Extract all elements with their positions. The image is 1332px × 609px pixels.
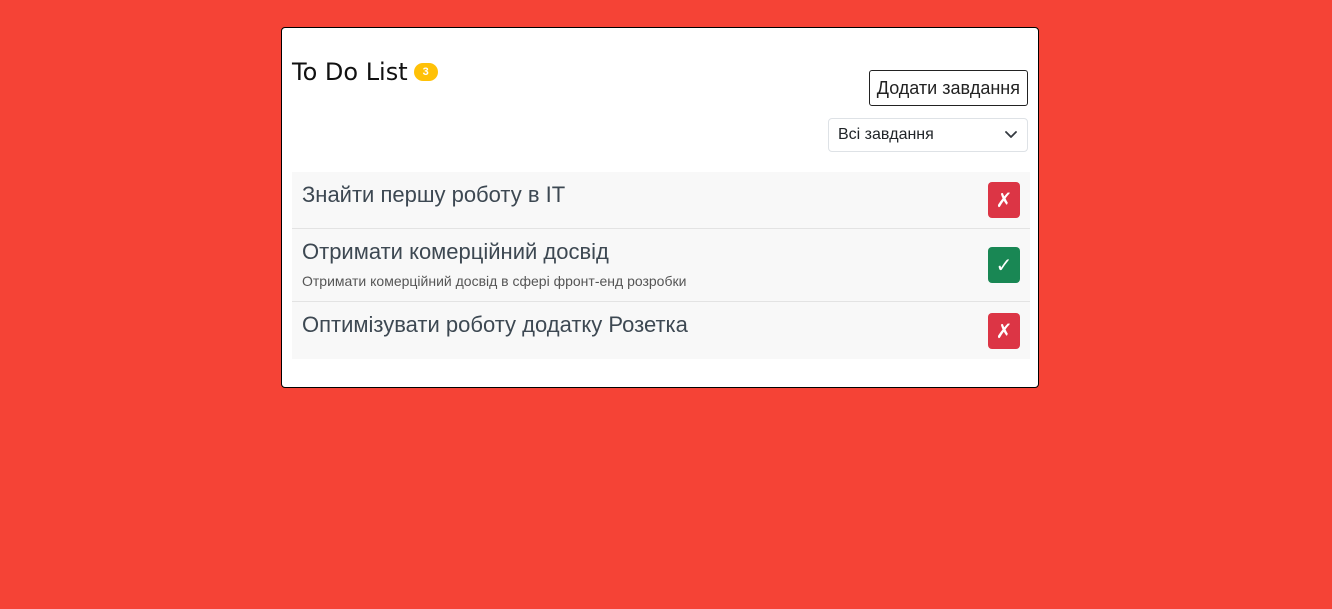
header: To Do List 3 bbox=[292, 58, 438, 86]
task-list: Знайти першу роботу в IT ✗ Отримати коме… bbox=[292, 172, 1030, 359]
task-count-badge: 3 bbox=[413, 63, 438, 81]
todo-card: To Do List 3 Додати завдання Всі завданн… bbox=[281, 27, 1039, 388]
task-item: Отримати комерційний досвід Отримати ком… bbox=[292, 229, 1030, 302]
filter-selected-value: Всі завдання bbox=[838, 126, 934, 143]
filter-select[interactable]: Всі завдання bbox=[828, 118, 1028, 152]
page-title: To Do List bbox=[292, 58, 408, 86]
task-title: Отримати комерційний досвід bbox=[302, 239, 609, 264]
task-item: Оптимізувати роботу додатку Розетка ✗ bbox=[292, 302, 1030, 359]
add-task-button[interactable]: Додати завдання bbox=[868, 70, 1028, 106]
task-title: Знайти першу роботу в IT bbox=[302, 182, 566, 207]
task-description: Отримати комерційний досвід в сфері фрон… bbox=[302, 273, 687, 289]
toggle-status-button[interactable]: ✗ bbox=[988, 182, 1020, 218]
task-title: Оптимізувати роботу додатку Розетка bbox=[302, 312, 688, 337]
chevron-down-icon bbox=[1004, 128, 1018, 142]
toggle-status-button[interactable]: ✗ bbox=[988, 312, 1020, 349]
toggle-status-button[interactable]: ✓ bbox=[988, 247, 1020, 283]
task-item: Знайти першу роботу в IT ✗ bbox=[292, 172, 1030, 229]
